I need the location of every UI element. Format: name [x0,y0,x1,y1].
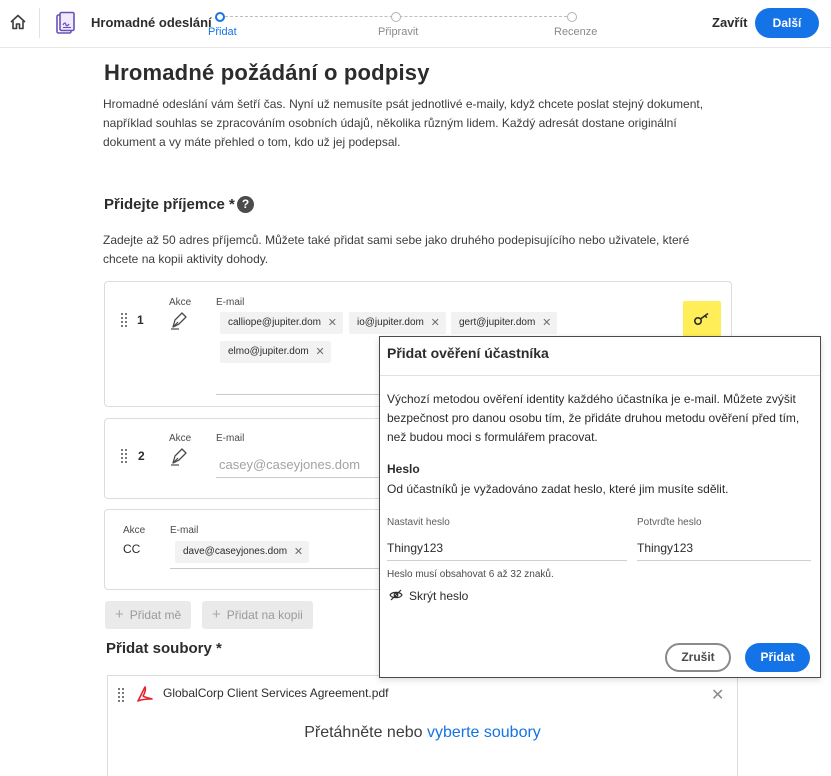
key-icon [693,312,709,326]
plus-icon: + [212,606,221,623]
password-rule-note: Heslo musí obsahovat 6 až 32 znaků. [387,569,554,580]
pdf-icon [137,686,153,702]
home-icon[interactable] [9,13,27,31]
confirm-password-label: Potvrďte heslo [637,517,702,528]
set-password-label: Nastavit heslo [387,517,450,528]
add-cc-label: Přidat na kopii [226,608,303,622]
file-drop-zone[interactable]: Přetáhněte nebo vyberte soubory [107,714,738,776]
email-input[interactable]: casey@caseyjones.dom [219,457,360,472]
cancel-button[interactable]: Zrušit [665,643,731,672]
page-title: Hromadné požádání o podpisy [104,60,430,85]
drag-handle-icon[interactable] [118,688,124,702]
app-title: Hromadné odeslání [91,15,212,30]
confirm-password-field[interactable]: Thingy123 [637,541,693,555]
email-chip: elmo@jupiter.dom ✕ [220,341,331,363]
email-label: E-mail [216,433,245,444]
drag-handle-icon[interactable] [121,449,127,463]
file-name: GlobalCorp Client Services Agreement.pdf [163,686,389,700]
help-icon[interactable]: ? [237,196,254,213]
participant-auth-dialog: Přidat ověření účastníka Výchozí metodou… [379,336,821,678]
email-chip-text: elmo@jupiter.dom [228,346,309,357]
hide-password-toggle[interactable]: Skrýt heslo [389,589,468,603]
close-icon[interactable]: ✕ [431,312,440,334]
action-label: Akce [169,297,192,308]
password-method-title: Heslo [387,462,420,476]
close-button[interactable]: Zavřít [712,15,747,30]
confirm-password-underline [637,560,811,561]
remove-file-icon[interactable]: ✕ [711,685,724,705]
dialog-description: Výchozí metodou ověření identity každého… [387,392,800,444]
dialog-title: Přidat ověření účastníka [387,345,549,361]
intro-text: Hromadné odeslání vám šetří čas. Nyní už… [103,97,704,149]
step-dot-add [215,12,225,22]
select-files-link[interactable]: vyberte soubory [427,724,541,741]
document-icon [56,11,75,34]
step-label-prepare: Připravit [378,26,419,38]
close-icon[interactable]: ✕ [316,341,325,363]
drop-text-label: Přetáhněte nebo [304,724,423,741]
plus-icon: + [115,606,124,623]
email-underline [216,477,379,478]
action-label: Akce [169,433,192,444]
top-bar: Hromadné odeslání Přidat Připravit Recen… [0,0,831,48]
add-me-label: Přidat mě [129,608,182,622]
add-me-button[interactable]: + Přidat mě [105,601,192,629]
step-label-review: Recenze [554,26,598,38]
email-underline [170,568,379,569]
set-password-underline [387,560,627,561]
email-chip: dave@caseyjones.dom ✕ [175,541,310,563]
email-chip-text: io@jupiter.dom [357,317,424,328]
action-label: Akce [123,525,146,536]
dialog-divider [380,375,820,376]
close-icon[interactable]: ✕ [294,541,303,563]
password-method-note: Od účastníků je vyžadováno zadat heslo, … [387,482,729,496]
add-cc-button[interactable]: + Přidat na kopii [202,601,313,629]
email-chip: calliope@jupiter.dom ✕ [220,312,343,334]
email-chip: gert@jupiter.dom ✕ [451,312,558,334]
divider [39,8,40,38]
email-label: E-mail [170,525,199,536]
hide-password-label: Skrýt heslo [409,589,469,603]
authentication-key-button[interactable] [683,301,721,337]
pen-icon[interactable] [169,446,189,466]
email-chip-text: dave@caseyjones.dom [183,546,288,557]
recipients-title: Přidejte příjemce * [104,196,235,213]
close-icon[interactable]: ✕ [328,312,337,334]
cc-role[interactable]: CC [123,542,140,556]
recipient-number: 2 [138,449,145,463]
drop-text: Přetáhněte nebo vyberte soubory [108,724,737,742]
pen-icon[interactable] [169,310,189,330]
files-title: Přidat soubory * [106,640,222,657]
eye-off-icon [389,589,403,601]
file-row: GlobalCorp Client Services Agreement.pdf… [107,675,738,715]
set-password-field[interactable]: Thingy123 [387,541,443,555]
drag-handle-icon[interactable] [121,313,127,327]
email-chip: io@jupiter.dom ✕ [349,312,446,334]
step-dot-prepare [391,12,401,22]
step-label-add: Přidat [208,26,237,38]
email-underline [216,394,379,395]
email-label: E-mail [216,297,245,308]
email-chip-text: calliope@jupiter.dom [228,317,321,328]
recipient-number: 1 [137,313,144,327]
step-dot-review [567,12,577,22]
close-icon[interactable]: ✕ [542,312,551,334]
add-button[interactable]: Přidat [745,643,810,672]
recipients-hint: Zadejte až 50 adres příjemců. Můžete tak… [103,233,690,266]
email-chip-text: gert@jupiter.dom [459,317,536,328]
next-button[interactable]: Další [755,8,819,38]
